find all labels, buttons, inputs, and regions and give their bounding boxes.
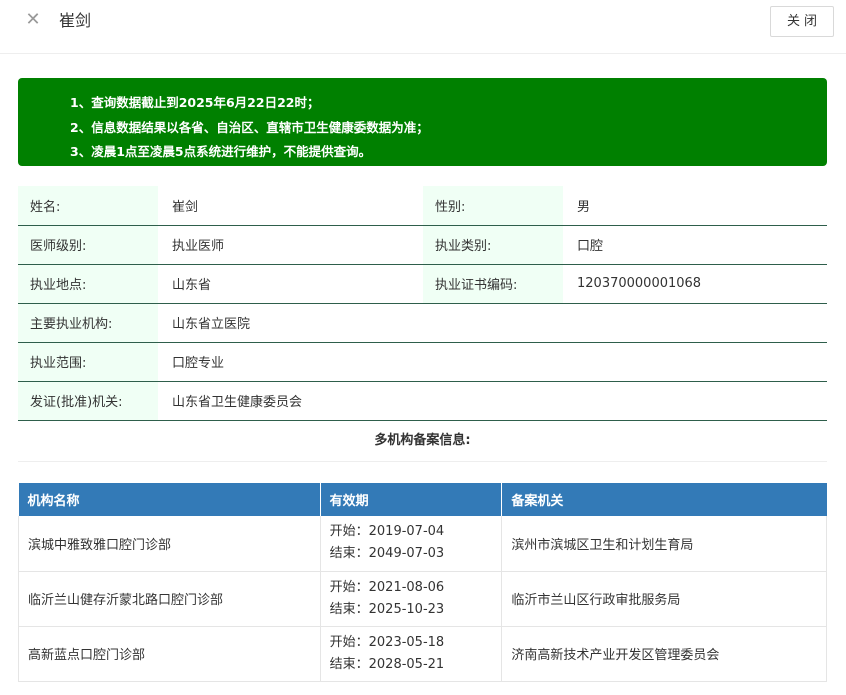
validity-cell: 开始：2023-05-18 结束：2028-05-21: [320, 626, 503, 682]
institution-value: 山东省立医院: [158, 303, 827, 343]
issuer-label: 发证(批准)机关:: [18, 381, 158, 421]
validity-end: 结束：2025-10-23: [329, 601, 445, 617]
cert-label: 执业证书编码:: [423, 264, 563, 304]
table-row: 临沂兰山健存沂蒙北路口腔门诊部 开始：2021-08-06 结束：2025-10…: [18, 571, 827, 627]
doctor-info-table: 姓名: 崔剑 性别: 男 医师级别: 执业医师 执业类别: 口腔 执业地点: 山…: [18, 186, 827, 421]
validity-cell: 开始：2019-07-04 结束：2049-07-03: [320, 516, 503, 572]
notice-line: 3、凌晨1点至凌晨5点系统进行维护，不能提供查询。: [70, 144, 372, 159]
validity-cell: 开始：2021-08-06 结束：2025-10-23: [320, 571, 503, 627]
level-value: 执业医师: [158, 225, 423, 265]
info-row: 医师级别: 执业医师 执业类别: 口腔: [18, 225, 827, 265]
notice-line: 2、信息数据结果以各省、自治区、直辖市卫生健康委数据为准；: [70, 119, 429, 135]
close-button[interactable]: 关闭: [770, 6, 834, 37]
location-value: 山东省: [158, 264, 423, 304]
multi-org-title: 多机构备案信息:: [18, 420, 827, 462]
scope-value: 口腔专业: [158, 342, 827, 382]
org-name-cell: 滨城中雅致雅口腔门诊部: [18, 516, 321, 572]
gender-label: 性别:: [423, 186, 563, 226]
info-row: 发证(批准)机关: 山东省卫生健康委员会: [18, 381, 827, 421]
column-header-validity: 有效期: [320, 483, 503, 516]
info-row: 姓名: 崔剑 性别: 男: [18, 186, 827, 226]
cert-value: 120370000001068: [563, 264, 827, 304]
institution-label: 主要执业机构:: [18, 303, 158, 343]
multi-org-table: 机构名称 有效期 备案机关 滨城中雅致雅口腔门诊部 开始：2019-07-04 …: [18, 483, 827, 682]
info-row: 执业地点: 山东省 执业证书编码: 120370000001068: [18, 264, 827, 304]
column-header-org-name: 机构名称: [18, 483, 321, 516]
validity-end: 结束：2049-07-03: [329, 546, 445, 562]
authority-cell: 济南高新技术产业开发区管理委员会: [501, 626, 827, 682]
notice-banner: 1、查询数据截止到2025年6月22日22时； 2、信息数据结果以各省、自治区、…: [18, 78, 827, 166]
notice-line: 1、查询数据截止到2025年6月22日22时；: [70, 95, 320, 110]
validity-start: 开始：2023-05-18: [329, 634, 445, 650]
scope-label: 执业范围:: [18, 342, 158, 382]
category-label: 执业类别:: [423, 225, 563, 265]
validity-start: 开始：2019-07-04: [329, 524, 445, 540]
info-row: 主要执业机构: 山东省立医院: [18, 303, 827, 343]
gender-value: 男: [563, 186, 827, 226]
table-row: 滨城中雅致雅口腔门诊部 开始：2019-07-04 结束：2049-07-03 …: [18, 516, 827, 572]
authority-cell: 临沂市兰山区行政审批服务局: [501, 571, 827, 627]
category-value: 口腔: [563, 225, 827, 265]
name-label: 姓名:: [18, 186, 158, 226]
org-name-cell: 临沂兰山健存沂蒙北路口腔门诊部: [18, 571, 321, 627]
dialog-header: ✕ 崔剑 关闭: [0, 0, 846, 54]
name-value: 崔剑: [158, 186, 423, 226]
column-header-authority: 备案机关: [501, 483, 827, 516]
info-row: 执业范围: 口腔专业: [18, 342, 827, 382]
authority-cell: 滨州市滨城区卫生和计划生育局: [501, 516, 827, 572]
location-label: 执业地点:: [18, 264, 158, 304]
close-icon[interactable]: ✕: [22, 9, 44, 31]
validity-start: 开始：2021-08-06: [329, 579, 445, 595]
table-row: 高新蓝点口腔门诊部 开始：2023-05-18 结束：2028-05-21 济南…: [18, 626, 827, 682]
org-name-cell: 高新蓝点口腔门诊部: [18, 626, 321, 682]
dialog-title: 崔剑: [59, 11, 92, 30]
table-header-row: 机构名称 有效期 备案机关: [18, 483, 827, 516]
issuer-value: 山东省卫生健康委员会: [158, 381, 827, 421]
validity-end: 结束：2028-05-21: [329, 656, 445, 672]
level-label: 医师级别:: [18, 225, 158, 265]
